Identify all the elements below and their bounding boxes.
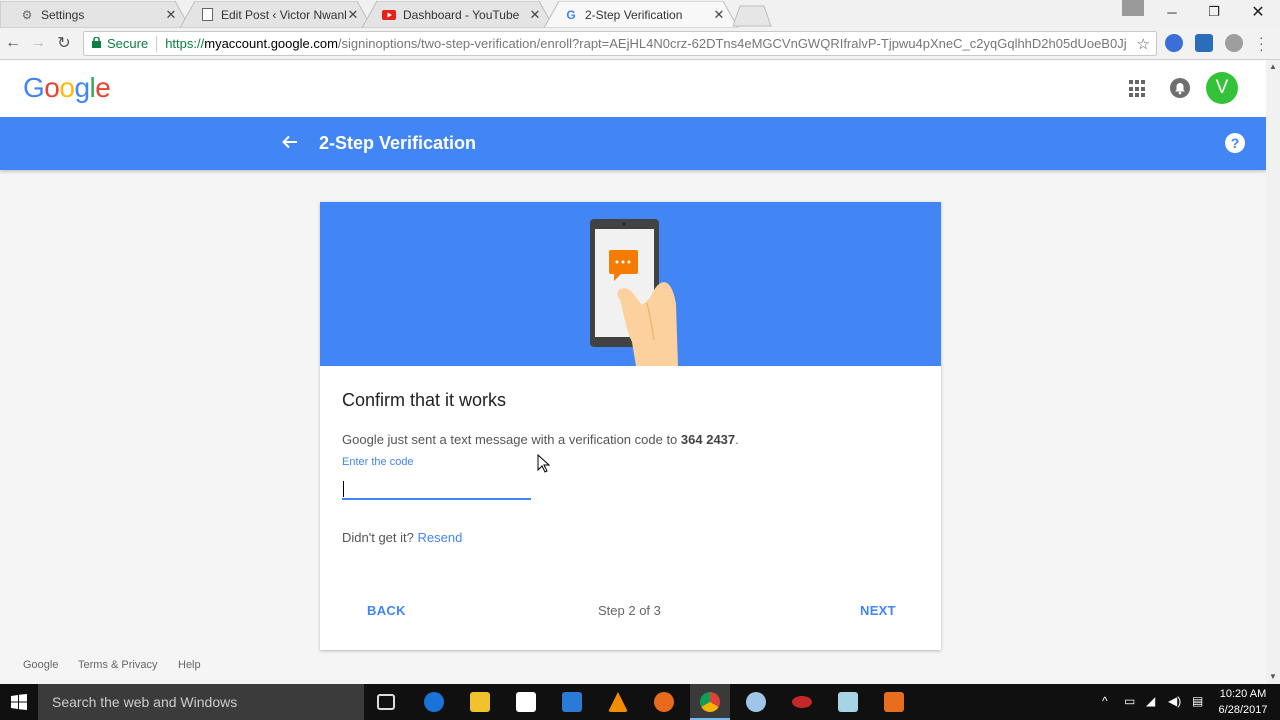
browser-toolbar: ← → ↻ Secure https:// myaccount.google.c… xyxy=(0,28,1280,60)
mouse-cursor-icon xyxy=(537,454,551,473)
menu-icon[interactable]: · · · xyxy=(1259,30,1264,56)
youtube-icon xyxy=(382,8,396,22)
text-caret xyxy=(343,481,344,497)
page-scrollbar[interactable] xyxy=(1266,60,1280,684)
battery-icon[interactable]: ▭ xyxy=(1124,694,1135,708)
close-icon[interactable]: ✕ xyxy=(712,7,726,23)
next-button[interactable]: NEXT xyxy=(860,603,896,618)
forward-icon[interactable]: → xyxy=(27,32,49,54)
close-icon[interactable]: ✕ xyxy=(528,7,542,23)
close-icon[interactable]: ✕ xyxy=(164,7,178,23)
back-icon[interactable]: ← xyxy=(2,32,24,54)
help-icon[interactable]: ? xyxy=(1225,133,1245,153)
google-header: Google xyxy=(0,60,1266,117)
page-title: 2-Step Verification xyxy=(319,133,477,153)
extension-icon[interactable] xyxy=(1225,34,1243,52)
notifications-icon[interactable] xyxy=(1170,78,1190,98)
tab-settings[interactable]: ⚙ Settings ✕ xyxy=(0,1,190,28)
verification-card: Confirm that it works Google just sent a… xyxy=(320,202,941,650)
code-field-label: Enter the code xyxy=(342,456,414,468)
phone-number: 364 2437 xyxy=(680,432,736,447)
google-icon: G xyxy=(566,7,576,22)
chrome-icon[interactable] xyxy=(700,692,720,712)
task-view-icon[interactable] xyxy=(377,694,395,710)
verification-code-input[interactable] xyxy=(342,478,531,500)
apps-grid-icon[interactable] xyxy=(1129,80,1147,98)
app-icon[interactable] xyxy=(838,692,858,712)
close-icon[interactable]: ✕ xyxy=(346,7,360,23)
taskbar-search-input[interactable]: Search the web and Windows xyxy=(38,684,364,720)
app-icon[interactable] xyxy=(792,696,812,708)
scroll-down-icon[interactable]: ▼ xyxy=(1269,672,1277,681)
edge-icon[interactable] xyxy=(424,692,444,712)
close-window-button[interactable]: ✕ xyxy=(1236,0,1280,24)
windows-taskbar: Search the web and Windows ^ ▭ ◢ ◀) ▤ 10… xyxy=(0,684,1280,720)
profile-icon[interactable] xyxy=(1122,0,1144,16)
store-icon[interactable] xyxy=(516,692,536,712)
address-bar[interactable]: Secure https:// myaccount.google.com /si… xyxy=(83,31,1157,56)
footer-link-google[interactable]: Google xyxy=(23,659,58,671)
paint-icon[interactable] xyxy=(746,692,766,712)
step-indicator: Step 2 of 3 xyxy=(598,603,661,618)
action-center-icon[interactable]: ▤ xyxy=(1192,694,1203,708)
lock-icon xyxy=(92,35,101,51)
page-title-bar: 2-Step Verification ? xyxy=(0,117,1266,170)
url-host: myaccount.google.com xyxy=(204,36,338,51)
file-explorer-icon[interactable] xyxy=(470,692,490,712)
secure-label: Secure xyxy=(107,36,149,51)
clock-date[interactable]: 6/28/2017 xyxy=(1212,704,1274,716)
show-hidden-icons-icon[interactable]: ^ xyxy=(1102,694,1108,708)
volume-icon[interactable]: ◀) xyxy=(1168,694,1181,708)
tab-edit-post[interactable]: Edit Post ‹ Victor Nwanky ✕ xyxy=(180,1,372,28)
extension-icon[interactable] xyxy=(1165,34,1183,52)
minimize-button[interactable]: ─ xyxy=(1150,0,1194,24)
firefox-icon[interactable] xyxy=(654,692,674,712)
card-heading: Confirm that it works xyxy=(342,390,507,410)
url-scheme: https:// xyxy=(165,36,205,51)
back-arrow-icon[interactable] xyxy=(279,131,301,153)
tab-2-step-verification[interactable]: G 2-Step Verification ✕ xyxy=(544,1,738,28)
vlc-icon[interactable] xyxy=(608,692,628,712)
phone-illustration xyxy=(320,202,941,366)
bookmark-star-icon[interactable]: ☆ xyxy=(1132,34,1150,53)
reload-icon[interactable]: ↻ xyxy=(53,32,75,54)
avatar[interactable]: V xyxy=(1206,72,1238,104)
verification-message: Google just sent a text message with a v… xyxy=(342,432,739,447)
new-tab-button[interactable] xyxy=(732,5,772,27)
footer-link-help[interactable]: Help xyxy=(178,659,201,671)
document-icon xyxy=(200,8,214,22)
footer-link-terms[interactable]: Terms & Privacy xyxy=(78,659,157,671)
windows-start-icon[interactable] xyxy=(0,684,38,720)
tab-youtube[interactable]: Dashboard - YouTube ✕ xyxy=(362,1,554,28)
wifi-icon[interactable]: ◢ xyxy=(1146,694,1155,708)
omnibox-separator xyxy=(156,35,158,52)
app-icon[interactable] xyxy=(562,692,582,712)
restore-button[interactable]: ❐ xyxy=(1192,0,1236,24)
scroll-up-icon[interactable]: ▲ xyxy=(1269,62,1277,71)
resend-row: Didn't get it? Resend xyxy=(342,530,463,545)
google-logo[interactable]: Google xyxy=(23,72,111,104)
gear-icon: ⚙ xyxy=(21,7,33,22)
tab-strip: ⚙ Settings ✕ Edit Post ‹ Victor Nwanky ✕… xyxy=(0,0,1280,28)
app-icon[interactable] xyxy=(884,692,904,712)
resend-link[interactable]: Resend xyxy=(417,530,462,545)
extension-icon[interactable] xyxy=(1195,34,1213,52)
back-button[interactable]: BACK xyxy=(367,603,406,618)
url-path: /signinoptions/two-step-verification/enr… xyxy=(337,36,1127,51)
clock-time[interactable]: 10:20 AM xyxy=(1212,688,1274,700)
